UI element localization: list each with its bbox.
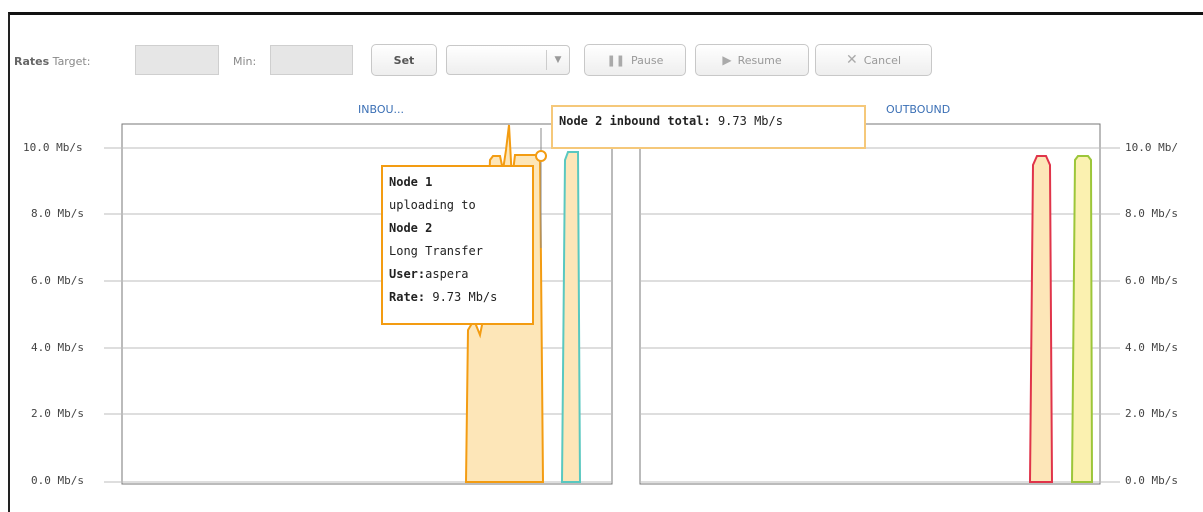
hover-point-marker bbox=[535, 150, 547, 162]
transfer-tooltip: Node 1 uploading to Node 2 Long Transfer… bbox=[381, 165, 534, 325]
inbound-plot bbox=[104, 123, 613, 485]
outbound-plot bbox=[639, 123, 1120, 485]
outbound-series-red bbox=[1028, 155, 1054, 483]
tooltip-dest-node: Node 2 bbox=[389, 221, 433, 235]
tooltip-source-node: Node 1 bbox=[389, 175, 433, 189]
inbound-total-tooltip: Node 2 inbound total: 9.73 Mb/s bbox=[551, 105, 866, 149]
tooltip-user-value: aspera bbox=[425, 267, 469, 281]
tooltip-total-label: Node 2 inbound total: bbox=[559, 114, 711, 128]
tooltip-transfer-name: Long Transfer bbox=[389, 244, 483, 258]
outbound-series-green bbox=[1070, 155, 1094, 483]
tooltip-total-value: 9.73 Mb/s bbox=[717, 114, 783, 128]
inbound-series-teal bbox=[560, 151, 582, 483]
rate-charts bbox=[104, 123, 1120, 485]
tooltip-user-label: User: bbox=[389, 267, 426, 281]
tooltip-rate-value: 9.73 Mb/s bbox=[432, 290, 498, 304]
tooltip-rate-label: Rate: bbox=[389, 290, 426, 304]
tooltip-verb: uploading to bbox=[389, 198, 476, 212]
